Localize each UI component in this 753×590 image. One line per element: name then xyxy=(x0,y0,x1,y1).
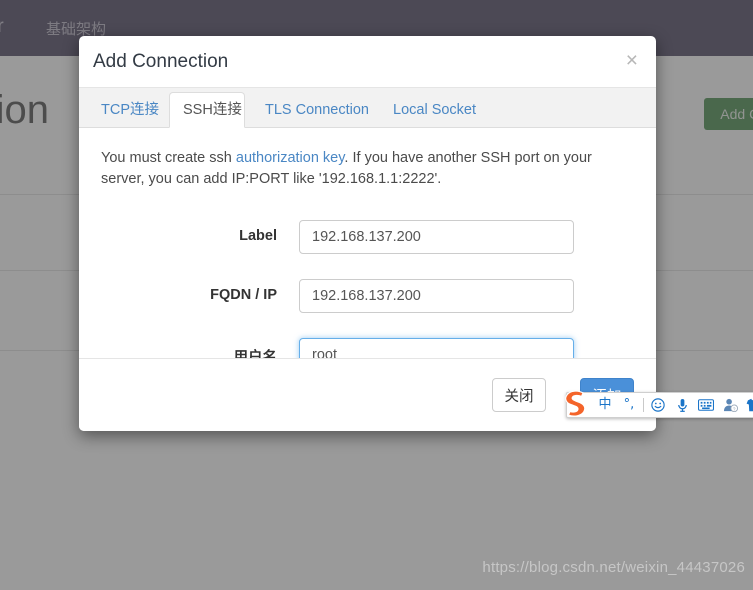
modal-title: Add Connection xyxy=(93,51,229,72)
ssh-help-text: You must create ssh authorization key. I… xyxy=(101,148,621,190)
tab-tls-connection[interactable]: TLS Connection xyxy=(251,92,373,128)
watermark-url: https://blog.csdn.net/weixin_44437026 xyxy=(482,559,745,576)
fqdn-ip-input[interactable] xyxy=(299,279,574,313)
user-account-icon[interactable]: ? xyxy=(718,394,742,416)
svg-text:?: ? xyxy=(732,406,735,411)
punctuation-icon[interactable]: °, xyxy=(617,394,641,416)
help-text-part1: You must create ssh xyxy=(101,150,236,166)
label-input[interactable] xyxy=(299,220,574,254)
close-icon[interactable]: × xyxy=(622,46,642,75)
skin-theme-icon[interactable] xyxy=(742,394,753,416)
emoji-icon[interactable] xyxy=(646,394,670,416)
sogou-ime-toolbar: 中 °, ? xyxy=(565,390,753,418)
soft-keyboard-icon[interactable] xyxy=(694,394,718,416)
tab-ssh-connection[interactable]: SSH连接 xyxy=(169,92,245,128)
form-row-fqdn: FQDN / IP xyxy=(101,279,634,313)
modal-body: You must create ssh authorization key. I… xyxy=(79,128,656,372)
label-field-label: Label xyxy=(239,228,277,244)
ime-divider xyxy=(643,398,644,412)
authorization-key-link[interactable]: authorization key xyxy=(236,150,345,166)
add-connection-modal: Add Connection × TCP连接 SSH连接 TLS Connect… xyxy=(79,36,656,431)
tab-local-socket[interactable]: Local Socket xyxy=(379,92,479,128)
connection-type-tabs: TCP连接 SSH连接 TLS Connection Local Socket xyxy=(79,88,656,128)
fqdn-field-label: FQDN / IP xyxy=(210,287,277,303)
chinese-mode-icon[interactable]: 中 xyxy=(593,394,617,416)
modal-header: Add Connection × xyxy=(79,36,656,88)
microphone-icon[interactable] xyxy=(670,394,694,416)
close-button[interactable]: 关闭 xyxy=(492,378,546,412)
sogou-logo-icon[interactable] xyxy=(561,388,591,418)
form-row-label: Label xyxy=(101,220,634,254)
tab-tcp-connection[interactable]: TCP连接 xyxy=(87,92,163,128)
